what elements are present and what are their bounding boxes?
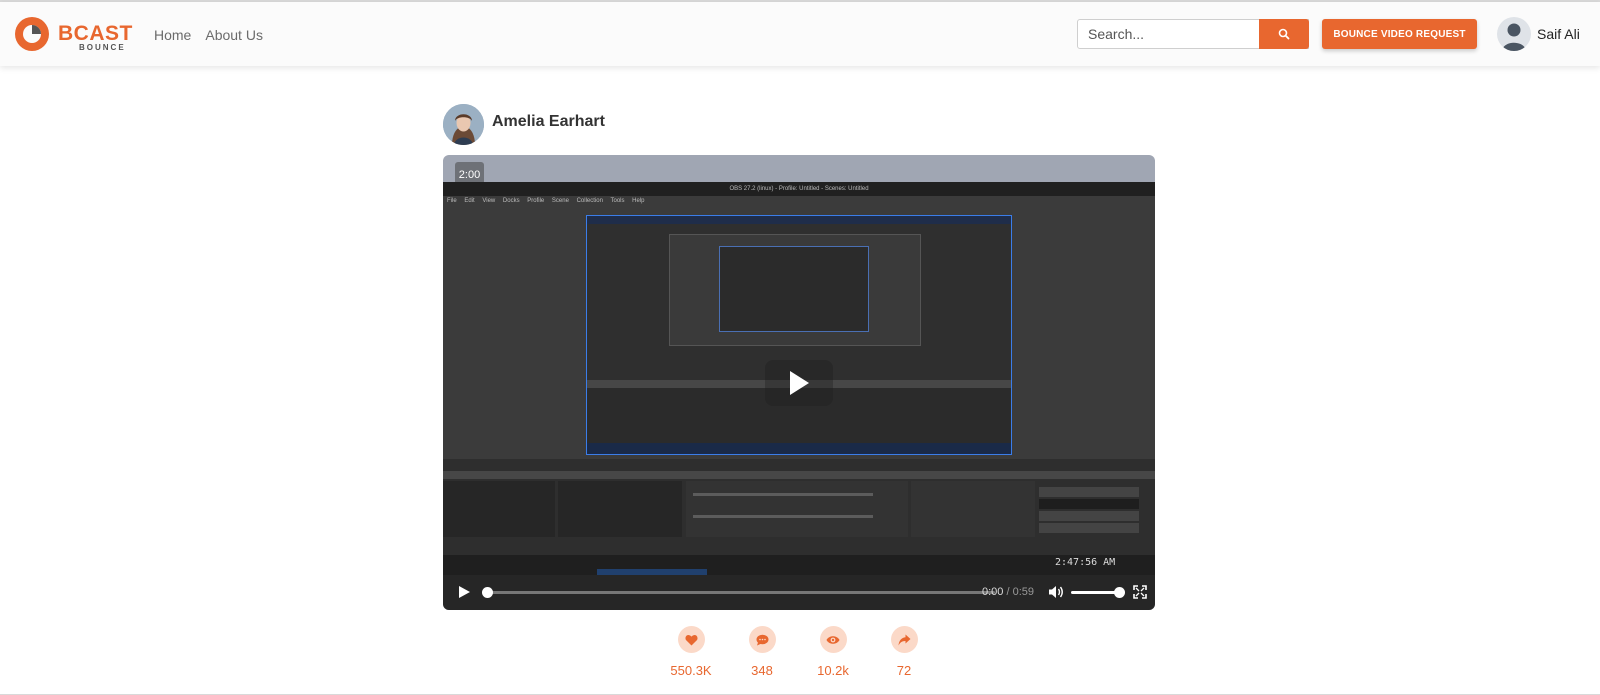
like-stat: 550.3K	[661, 626, 721, 678]
video-frame-window-title: OBS 27.2 (linux) - Profile: Untitled - S…	[443, 182, 1155, 196]
author-name[interactable]: Amelia Earhart	[492, 113, 605, 131]
video-frame-menu: File Edit View Docks Profile Scene Colle…	[447, 198, 645, 204]
video-controls: 0:00 / 0:59	[443, 575, 1155, 610]
search-button[interactable]	[1259, 19, 1309, 49]
nav-about-link[interactable]: About Us	[205, 27, 263, 43]
search-icon	[1278, 28, 1290, 40]
video-player[interactable]: 2:00 OBS 27.2 (linux) - Profile: Untitle…	[443, 155, 1155, 610]
comment-button[interactable]	[748, 626, 776, 653]
like-count: 550.3K	[670, 663, 712, 678]
current-time: 0:00	[982, 586, 1004, 598]
site-header: BCAST BOUNCE Home About Us BOUNCE VIDEO …	[0, 2, 1600, 66]
volume-handle[interactable]	[1114, 587, 1125, 598]
comment-stat: 348	[732, 626, 792, 678]
share-icon	[898, 634, 910, 645]
video-frame-docks: 2:47:56 AM	[443, 459, 1155, 575]
logo-mark-icon	[15, 17, 49, 51]
like-button[interactable]	[677, 626, 705, 653]
site-logo[interactable]: BCAST BOUNCE	[12, 14, 132, 54]
fullscreen-button[interactable]	[1133, 585, 1147, 604]
author-photo-icon	[443, 104, 484, 145]
author-avatar[interactable]	[443, 104, 484, 145]
fullscreen-icon	[1133, 585, 1147, 599]
volume-slider[interactable]	[1071, 591, 1118, 594]
big-play-button[interactable]	[765, 360, 833, 406]
play-icon	[459, 586, 470, 598]
play-icon	[790, 371, 809, 395]
comment-count: 348	[751, 663, 773, 678]
views-button[interactable]	[819, 626, 847, 653]
time-separator: /	[1006, 586, 1010, 598]
volume-icon	[1049, 586, 1063, 598]
comment-icon	[756, 634, 768, 645]
nav-home-link[interactable]: Home	[154, 27, 191, 43]
video-frame-preview	[586, 215, 1012, 455]
video-frame-clock: 2:47:56 AM	[1055, 557, 1116, 568]
user-name[interactable]: Saif Ali	[1537, 26, 1580, 42]
share-button[interactable]	[890, 626, 918, 653]
seek-bar[interactable]	[485, 591, 995, 594]
eye-icon	[826, 635, 840, 644]
view-count: 10.2k	[817, 663, 849, 678]
logo-subtext: BOUNCE	[79, 43, 126, 52]
user-silhouette-icon	[1502, 23, 1526, 51]
total-time: 0:59	[1012, 586, 1035, 598]
main-nav: Home About Us	[154, 27, 263, 43]
user-avatar[interactable]	[1497, 17, 1531, 51]
volume-button[interactable]	[1048, 585, 1064, 604]
view-stat: 10.2k	[803, 626, 863, 678]
time-display: 0:00 / 0:59	[982, 586, 1034, 598]
heart-icon	[684, 634, 698, 645]
play-button[interactable]	[457, 585, 471, 604]
seek-handle[interactable]	[482, 587, 493, 598]
share-count: 72	[896, 663, 912, 678]
bounce-video-request-button[interactable]: BOUNCE VIDEO REQUEST	[1322, 19, 1477, 49]
video-frame: OBS 27.2 (linux) - Profile: Untitled - S…	[443, 182, 1155, 575]
share-stat: 72	[874, 626, 934, 678]
